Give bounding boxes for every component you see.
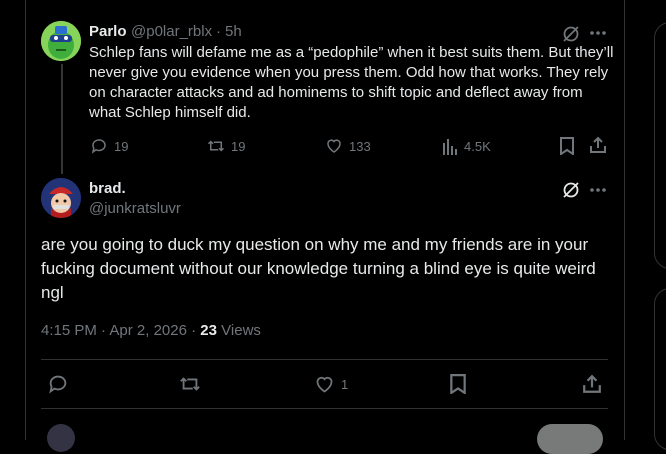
reply-like-count: 133 <box>349 138 371 154</box>
heart-icon <box>327 139 341 153</box>
main-like-count: 1 <box>341 377 349 392</box>
reply-reply-count: 19 <box>114 138 129 154</box>
reply-author-name[interactable]: Parlo <box>89 23 127 40</box>
reply-icon <box>91 139 106 154</box>
post-views-count: 23 <box>200 322 217 339</box>
post-date[interactable]: Apr 2, 2026 <box>109 322 187 339</box>
reply-repost-button[interactable]: 19 <box>207 137 245 155</box>
reply-like-button[interactable]: 133 <box>325 137 371 155</box>
reply-reply-button[interactable]: 19 <box>90 137 128 155</box>
main-reply-icon[interactable] <box>47 373 69 395</box>
reply-bookmark-icon[interactable] <box>559 137 575 155</box>
main-grok-icon[interactable] <box>561 180 581 200</box>
reply-time[interactable]: 5h <box>225 23 242 40</box>
main-bookmark-icon[interactable] <box>449 374 467 394</box>
reply-handle[interactable]: @p0lar_rblx <box>131 23 212 40</box>
reply-avatar[interactable] <box>41 21 81 61</box>
reply-views-count: 4.5K <box>464 138 491 154</box>
right-sidebar-card-top <box>654 22 666 269</box>
main-post-text: are you going to duck my question on why… <box>41 235 596 302</box>
main-heart-icon <box>316 376 333 393</box>
more-options-icon[interactable] <box>589 30 607 36</box>
divider-bottom <box>41 408 608 409</box>
post-meta-sep1: · <box>101 322 107 339</box>
views-chart-icon <box>443 139 457 155</box>
reply-views-button[interactable]: 4.5K <box>442 137 491 155</box>
reply-repost-count: 19 <box>231 138 246 154</box>
post-time[interactable]: 4:15 PM <box>41 322 97 339</box>
main-share-icon[interactable] <box>582 374 602 394</box>
main-more-options-icon[interactable] <box>589 187 607 193</box>
post-meta: 4:15 PM · Apr 2, 2026 · 23 Views <box>41 322 261 339</box>
reply-text: Schlep fans will defame me as a “pedophi… <box>89 44 614 121</box>
main-like-button[interactable]: 1 <box>314 374 348 395</box>
main-repost-icon[interactable] <box>179 373 201 395</box>
compose-avatar <box>47 424 75 452</box>
reply-separator: · <box>216 23 221 40</box>
grok-icon[interactable] <box>561 24 581 44</box>
green-character-avatar-icon <box>41 21 81 61</box>
main-handle[interactable]: @junkratsluvr <box>89 200 181 217</box>
divider-top <box>41 359 608 360</box>
post-meta-sep2: · <box>191 322 197 339</box>
post-views-label: Views <box>221 322 261 339</box>
main-author-name[interactable]: brad. <box>89 180 126 197</box>
reply-share-icon[interactable] <box>589 136 607 154</box>
main-avatar[interactable] <box>41 178 81 218</box>
red-cap-character-avatar-icon <box>41 178 81 218</box>
thread-line <box>61 64 63 174</box>
right-sidebar-card-bottom <box>654 288 666 450</box>
repost-icon <box>207 140 225 152</box>
